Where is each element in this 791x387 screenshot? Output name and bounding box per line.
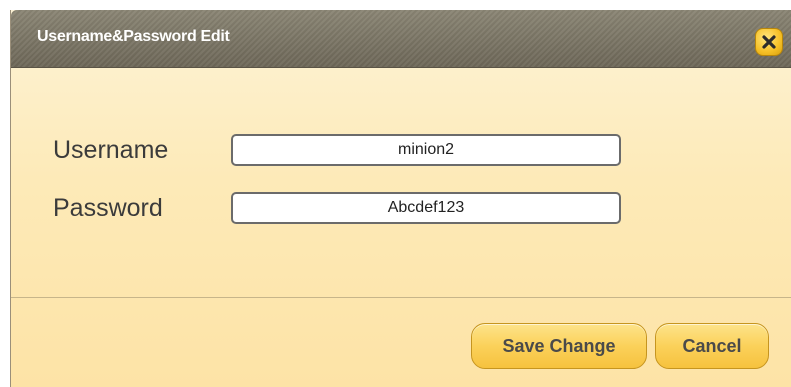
username-label: Username (53, 136, 169, 164)
password-input[interactable] (231, 192, 621, 224)
save-change-button[interactable]: Save Change (471, 323, 647, 369)
password-label: Password (53, 194, 163, 222)
dialog-titlebar: Username&Password Edit (11, 10, 791, 68)
username-row: Username (11, 134, 791, 168)
edit-credentials-dialog: Username&Password Edit Username Password… (10, 10, 791, 387)
dialog-title: Username&Password Edit (37, 28, 230, 45)
username-input[interactable] (231, 134, 621, 166)
password-row: Password (11, 192, 791, 226)
close-x-icon (762, 35, 776, 49)
cancel-button[interactable]: Cancel (655, 323, 769, 369)
footer-divider (11, 297, 791, 298)
close-button[interactable] (755, 28, 783, 56)
